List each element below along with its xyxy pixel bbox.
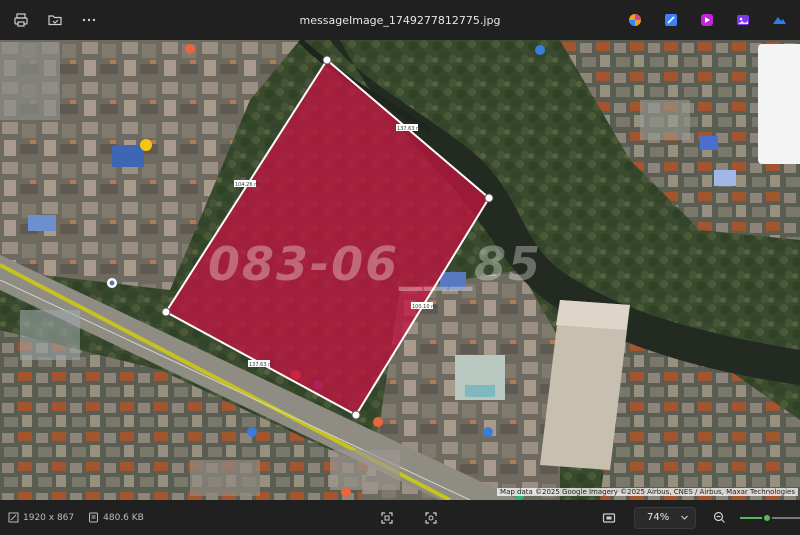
image-canvas[interactable]: 137.63 m 104.26 m 137.63 m 100.10 m 083-… [0,40,800,500]
zoom-slider[interactable] [740,512,800,524]
zoom-controls: 74% [598,500,800,535]
map-attribution: Map data ©2025 Google Imagery ©2025 Airb… [497,488,798,496]
parcel-label-bottom: 137.63 m [249,362,273,368]
file-size-text: 480.6 KB [103,512,144,523]
dimensions-icon [8,512,19,523]
zoom-slider-thumb[interactable] [762,512,772,523]
file-size-icon [88,512,99,523]
more-options-icon [81,12,97,28]
side-panel-card [758,44,800,164]
designer-button[interactable] [660,9,682,31]
photos-app-button[interactable] [732,9,754,31]
chevron-down-icon [680,513,689,522]
dimensions-text: 1920 x 867 [23,512,75,523]
open-folder-icon [47,12,63,28]
zoom-value: 74% [647,512,670,523]
zoom-dropdown[interactable]: 74% [634,506,696,529]
status-bar: 1920 x 867 480.6 KB 74% [0,500,800,535]
slideshow-button[interactable] [598,507,620,529]
photos-cloud-icon [771,12,787,28]
app-shortcuts [624,0,790,40]
zoom-out-button[interactable] [708,507,730,529]
photos-app-window: messageImage_1749277812775.jpg 137.63 m … [0,0,800,535]
fit-to-window-button[interactable] [376,507,398,529]
open-folder-button[interactable] [44,9,66,31]
more-options-button[interactable] [78,9,100,31]
print-button[interactable] [10,9,32,31]
designer-icon [663,12,679,28]
copilot-icon [627,12,643,28]
print-icon [13,12,29,28]
parcel-label-right: 100.10 m [412,304,436,310]
zoom-out-icon [713,511,726,524]
clipchamp-icon [699,12,715,28]
file-size: 480.6 KB [88,512,144,523]
view-controls [376,500,442,535]
parcel-label-left: 104.26 m [235,182,259,188]
copilot-button[interactable] [624,9,646,31]
image-dimensions: 1920 x 867 [8,512,74,523]
phone-watermark: 083-06___85 [208,237,542,291]
toolbar-left [0,9,100,31]
clipchamp-button[interactable] [696,9,718,31]
actual-size-icon [424,511,438,525]
parcel-label-top: 137.63 m [397,126,421,132]
slideshow-icon [602,511,616,525]
satellite-image: 137.63 m 104.26 m 137.63 m 100.10 m 083-… [0,40,800,500]
photos-app-icon [735,12,751,28]
actual-size-button[interactable] [420,507,442,529]
fit-window-icon [380,511,394,525]
photos-cloud-button[interactable] [768,9,790,31]
title-bar: messageImage_1749277812775.jpg [0,0,800,40]
